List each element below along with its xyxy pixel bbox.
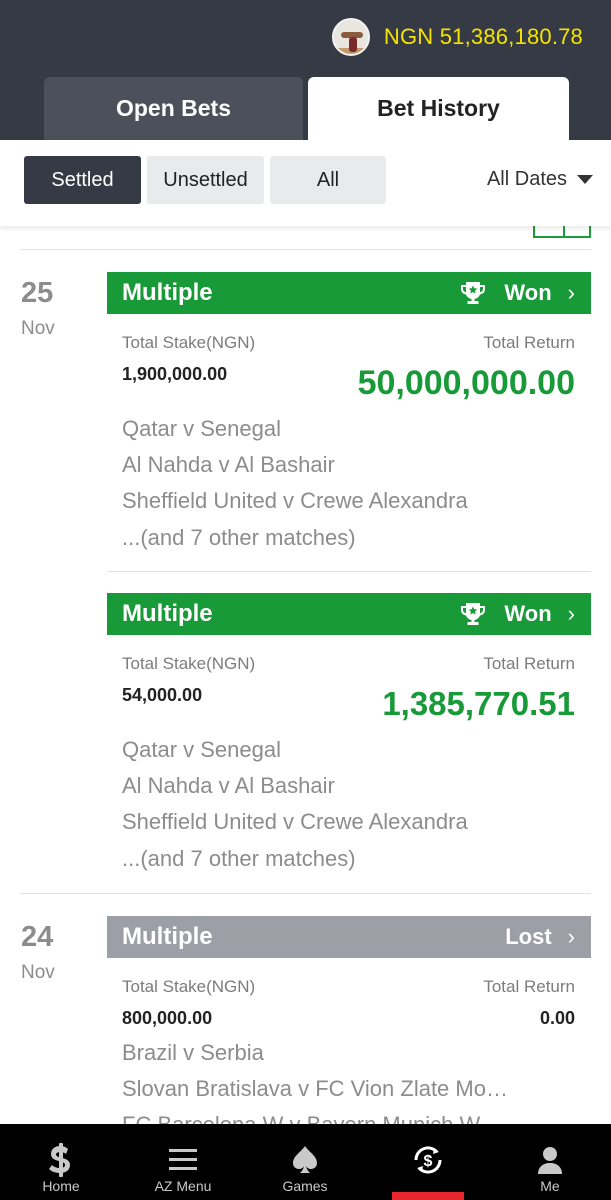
nav-label: Me <box>540 1178 560 1194</box>
nav-az-menu[interactable]: AZ Menu <box>146 1124 220 1200</box>
filter-all-button[interactable]: All <box>270 156 386 204</box>
status-badge: Lost › <box>505 924 575 950</box>
cash-cycle-icon: $ <box>410 1140 446 1180</box>
return-value: 1,385,770.51 <box>382 685 575 722</box>
date-day: 25 <box>21 277 54 309</box>
hamburger-menu-icon <box>169 1140 197 1180</box>
active-tab-indicator <box>392 1192 464 1200</box>
bet-card-header[interactable]: Multiple Won › <box>107 593 591 635</box>
divider <box>107 571 591 572</box>
stake-label: Total Stake(NGN) <box>122 654 256 673</box>
more-matches: ...(and 7 other matches) <box>122 846 356 871</box>
status-text: Won <box>504 601 552 626</box>
bet-card-header[interactable]: Multiple Won › <box>107 272 591 314</box>
return-value: 50,000,000.00 <box>357 364 575 402</box>
bottom-nav: Home AZ Menu Games $ Me <box>0 1124 611 1200</box>
stake-label: Total Stake(NGN) <box>122 977 256 996</box>
stake-label: Total Stake(NGN) <box>122 333 256 352</box>
divider <box>20 893 591 894</box>
bet-type: Multiple <box>122 600 213 627</box>
chevron-right-icon: › <box>567 924 575 949</box>
user-icon <box>537 1140 563 1180</box>
bet-type: Multiple <box>122 923 213 950</box>
toggle-icon[interactable] <box>533 226 591 238</box>
match-item: Sheffield United v Crewe Alexandra <box>122 488 468 513</box>
match-item: Slovan Bratislava v FC Vion Zlate Mo… <box>122 1076 508 1101</box>
date-month: Nov <box>21 962 55 983</box>
nav-label: Games <box>282 1178 328 1194</box>
status-text: Won <box>504 280 552 305</box>
chevron-right-icon: › <box>567 601 575 626</box>
nav-label: Home <box>42 1178 80 1194</box>
balance-amount: NGN 51,386,180.78 <box>383 24 583 49</box>
return-label: Total Return <box>483 333 575 352</box>
avatar[interactable] <box>331 18 370 56</box>
nav-label: AZ Menu <box>154 1178 212 1194</box>
date-group-24: 24 Nov <box>21 922 81 984</box>
date-group-25: 25 Nov <box>21 278 81 340</box>
caret-down-icon <box>577 175 593 184</box>
match-item: Al Nahda v Al Bashair <box>122 773 335 798</box>
tab-open-bets[interactable]: Open Bets <box>44 77 303 140</box>
date-dropdown-label: All Dates <box>486 168 567 190</box>
trophy-icon <box>461 603 486 625</box>
more-matches: ...(and 7 other matches) <box>122 525 356 550</box>
date-day: 24 <box>21 921 54 953</box>
bet-card-header[interactable]: Multiple Lost › <box>107 916 591 958</box>
filter-unsettled-button[interactable]: Unsettled <box>147 156 264 204</box>
return-label: Total Return <box>483 977 575 996</box>
status-text: Lost <box>505 924 552 949</box>
nav-me[interactable]: Me <box>514 1124 586 1200</box>
match-item: Brazil v Serbia <box>122 1040 264 1065</box>
match-item: Qatar v Senegal <box>122 416 281 441</box>
date-month: Nov <box>21 318 55 339</box>
date-dropdown[interactable]: All Dates <box>487 168 593 191</box>
bet-card[interactable]: Multiple Lost › Total Stake(NGN) Total R… <box>107 916 591 1124</box>
filter-settled-button[interactable]: Settled <box>24 156 141 204</box>
bet-type: Multiple <box>122 279 213 306</box>
status-badge: Won › <box>460 280 575 306</box>
home-icon <box>48 1140 74 1180</box>
bet-card[interactable]: Multiple Won › Total Stake(NGN) Total Re… <box>107 593 591 883</box>
match-item: Sheffield United v Crewe Alexandra <box>122 809 468 834</box>
scrolled-row <box>20 226 591 250</box>
trophy-icon <box>461 282 486 304</box>
status-badge: Won › <box>460 601 575 627</box>
nav-bet-history[interactable]: $ <box>392 1124 464 1200</box>
account-balance[interactable]: NGN 51,386,180.78 <box>331 18 583 56</box>
match-item: FC Barcelona W v Bayern Munich W <box>122 1112 480 1124</box>
svg-text:$: $ <box>424 1153 433 1170</box>
filter-bar: Settled Unsettled All All Dates <box>0 140 611 226</box>
stake-value: 1,900,000.00 <box>122 364 228 384</box>
nav-games[interactable]: Games <box>268 1124 342 1200</box>
stake-value: 800,000.00 <box>122 1008 213 1028</box>
bet-card[interactable]: Multiple Won › Total Stake(NGN) Total Re… <box>107 272 591 562</box>
tab-bet-history[interactable]: Bet History <box>308 77 569 140</box>
stake-value: 54,000.00 <box>122 685 203 705</box>
match-item: Al Nahda v Al Bashair <box>122 452 335 477</box>
spade-icon <box>291 1140 319 1180</box>
chevron-right-icon: › <box>567 280 575 305</box>
return-value: 0.00 <box>539 1008 575 1028</box>
nav-home[interactable]: Home <box>24 1124 98 1200</box>
return-label: Total Return <box>483 654 575 673</box>
match-item: Qatar v Senegal <box>122 737 281 762</box>
app-header: NGN 51,386,180.78 Open Bets Bet History <box>0 0 611 140</box>
